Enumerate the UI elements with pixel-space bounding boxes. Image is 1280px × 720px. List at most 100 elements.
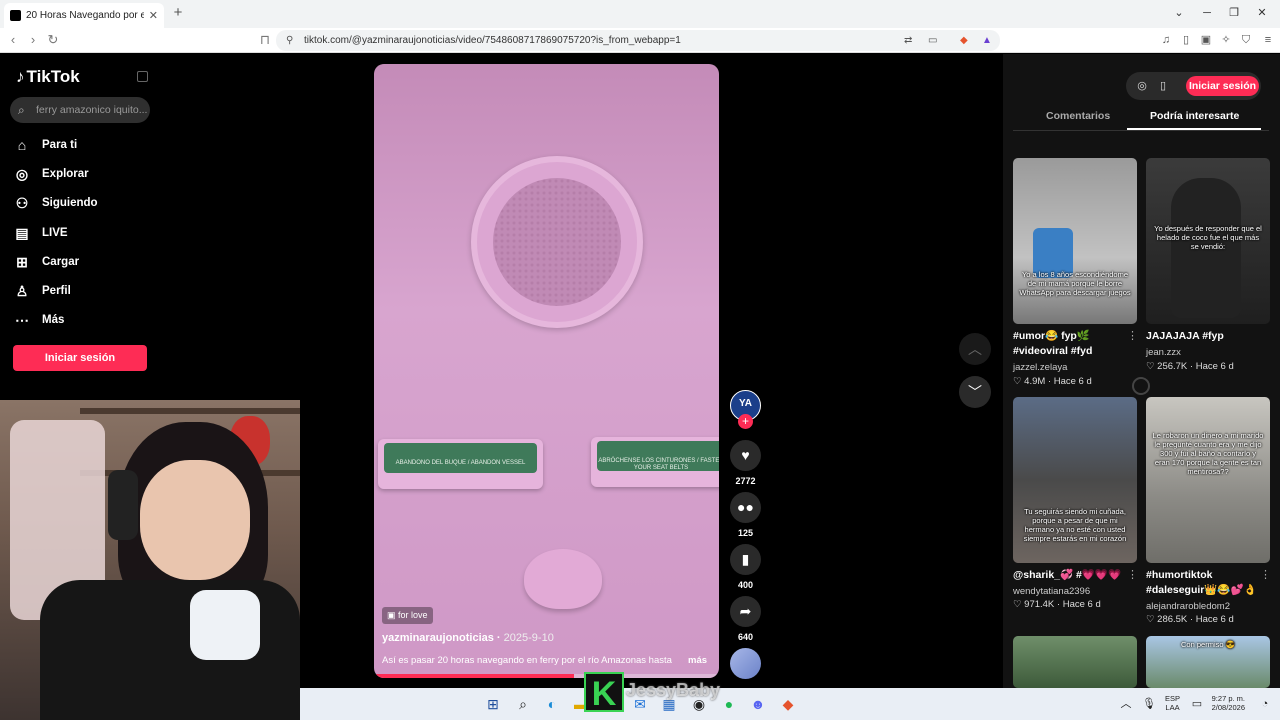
browser-tab[interactable]: 20 Horas Navegando por el R ✕ [4,3,164,28]
brave-shield-icon[interactable]: ◆ [960,30,968,51]
music-icon[interactable]: ♫ [1158,32,1174,48]
sidebar-item-siguiendo[interactable]: ⚇ Siguiendo [14,192,98,214]
upload-icon: ⊞ [16,253,28,270]
video-user[interactable]: jazzel.zelaya [1013,362,1067,373]
progress-fill [374,674,575,678]
tray-chevron-icon[interactable]: ︿ [1117,695,1135,713]
video-author[interactable]: yazminaraujonoticias · 2025-9-10 [382,632,554,644]
video-tag[interactable]: ▣ for love [382,607,433,624]
video-title[interactable]: JAJAJAJA #fyp [1146,329,1264,344]
reload-icon[interactable]: ↻ [44,31,62,49]
sidebar-item-para-ti[interactable]: ⌂ Para ti [14,134,77,156]
recommended-video-thumbnail[interactable]: Yo a los 8 años escondiéndome de mi mamá… [1013,158,1137,324]
ai-icon[interactable]: ✧ [1218,32,1234,48]
maximize-icon[interactable]: ❐ [1225,5,1243,21]
recommended-video-thumbnail[interactable]: Yo después de responder que el helado de… [1146,158,1270,324]
sidebar-item-live[interactable]: ▤ LIVE [14,222,67,244]
brave-icon[interactable]: ◆ [779,695,797,713]
browser-tab-strip: 20 Horas Navegando por el R ✕ + ⌄ ─ ❐ ✕ [0,0,1280,28]
abandon-vessel-placard: ABANDONO DEL BUQUE / ABANDON VESSEL [378,439,543,489]
forward-icon[interactable]: › [24,31,42,49]
music-disc[interactable] [730,648,761,679]
thumbnail-caption: Con permiso 😎 [1181,640,1235,649]
rewards-icon[interactable]: ▲ [982,30,992,51]
close-tab-icon[interactable]: ✕ [149,9,158,22]
minimize-icon[interactable]: ─ [1198,5,1216,21]
share-icon: ➦ [739,603,752,619]
tab-podria-interesarte[interactable]: Podría interesarte [1150,110,1239,122]
tiktok-logo[interactable]: ♪ TikTok [16,67,80,87]
url-text: tiktok.com/@yazminaraujonoticias/video/7… [304,35,681,46]
taskbar-clock[interactable]: 9:27 p. m. 2/08/2026 [1203,694,1245,712]
address-bar[interactable]: ⚲ tiktok.com/@yazminaraujonoticias/video… [276,30,1000,51]
share-button[interactable]: ➦ [730,596,761,627]
top-login-button[interactable]: Iniciar sesión [1186,76,1259,96]
sidebar-item-explorar[interactable]: ◎ Explorar [14,163,89,185]
video-user[interactable]: wendytatiana2396 [1013,586,1090,597]
sidebar-item-cargar[interactable]: ⊞ Cargar [14,251,79,273]
site-info-icon[interactable]: ⚲ [286,30,293,51]
video-player[interactable]: ABANDONO DEL BUQUE / ABANDON VESSEL ABRÓ… [374,64,719,678]
recommended-video-thumbnail[interactable]: Tu seguirás siendo mi cuñada, porque a p… [1013,397,1137,563]
search-input[interactable]: ⌕ ferry amazonico iquito... [10,97,150,123]
comment-icon: ●● [737,499,754,515]
bookmark-icon: ▮ [741,551,750,567]
comment-button[interactable]: ●● [730,492,761,523]
sidebar-item-mas[interactable]: ⋯ Más [14,309,64,331]
save-button[interactable]: ▮ [730,544,761,575]
video-title[interactable]: #humortiktok #daleseguir👑😂💕👌 [1146,568,1264,598]
chevron-up-icon: ︿ [968,341,982,357]
more-options-icon[interactable]: ⋮ [1127,329,1138,342]
compass-icon[interactable]: ◎ [1132,72,1152,100]
video-title[interactable]: #umor😂 fyp🌿 #videoviral #fyd [1013,329,1131,359]
close-window-icon[interactable]: ✕ [1253,5,1271,21]
video-progress[interactable] [374,674,719,678]
tab-comentarios[interactable]: Comentarios [1046,110,1110,122]
author-name[interactable]: yazminaraujonoticias [382,632,494,644]
video-user[interactable]: alejandrarobledom2 [1146,601,1230,612]
windows-start-icon[interactable]: ⊞ [484,695,502,713]
sidebar-item-label: Perfil [42,285,71,297]
mobile-icon[interactable]: ▯ [1153,72,1173,100]
microphone-icon[interactable]: 🎙 [1140,695,1158,713]
recommended-video-thumbnail[interactable]: Le robaron un dinero a mi marido le preg… [1146,397,1270,563]
recommended-video-thumbnail[interactable] [1013,636,1137,688]
previous-video-button[interactable]: ︿ [959,333,991,365]
streamer-webcam [0,400,300,720]
bookmark-icon[interactable]: ⊓ [256,31,274,49]
more-options-icon[interactable]: ⋮ [1260,568,1271,581]
video-title[interactable]: @sharik_💞 #💗💗💗 [1013,568,1131,583]
profile-icon: ♙ [15,282,29,299]
browser-toolbar: ‹ › ↻ ⊓ ⚲ tiktok.com/@yazminaraujonotici… [0,28,1280,53]
recommended-video-thumbnail[interactable]: Con permiso 😎 [1146,636,1270,688]
edge-icon[interactable]: ◐ [543,695,561,713]
seat-belts-placard: ABRÓCHENSE LOS CINTURONES / FASTEN YOUR … [591,437,719,487]
back-icon[interactable]: ‹ [4,31,22,49]
new-tab-icon[interactable]: + [170,5,186,21]
tab-search-icon[interactable]: ⌄ [1170,5,1188,21]
heart-outline-icon: ♡ [1013,599,1025,610]
next-video-button[interactable]: ﹀ [959,376,991,408]
more-options-icon[interactable]: ⋮ [1127,568,1138,581]
wallet-icon[interactable]: ▣ [1198,32,1214,48]
thumbnail-caption: Le robaron un dinero a mi marido le preg… [1152,431,1264,476]
more-link[interactable]: más [688,655,707,666]
menu-icon[interactable]: ≡ [1260,32,1276,48]
speaker-grille [471,156,643,328]
translate-icon[interactable]: ⇄ [904,30,912,51]
follow-plus-icon[interactable]: + [738,414,753,429]
sidebar-icon[interactable]: ▯ [1178,32,1194,48]
collapse-sidebar-icon[interactable] [137,71,148,82]
sidebar-item-perfil[interactable]: ♙ Perfil [14,280,71,302]
language-indicator[interactable]: ESP LAA [1165,694,1180,712]
video-user[interactable]: jean.zzx [1146,347,1181,358]
sidebar-login-button[interactable]: Iniciar sesión [13,345,147,371]
notifications-icon[interactable]: ◔ [1256,695,1274,713]
discord-icon[interactable]: ☻ [749,695,767,713]
taskbar-search-icon[interactable]: ⌕ [514,695,532,713]
like-button[interactable]: ♥ [730,440,761,471]
lang-code: ESP [1165,694,1181,703]
spotify-icon[interactable]: ● [720,695,738,713]
vpn-icon[interactable]: ⛉ [1238,32,1254,48]
cast-icon[interactable]: ▭ [928,30,937,51]
